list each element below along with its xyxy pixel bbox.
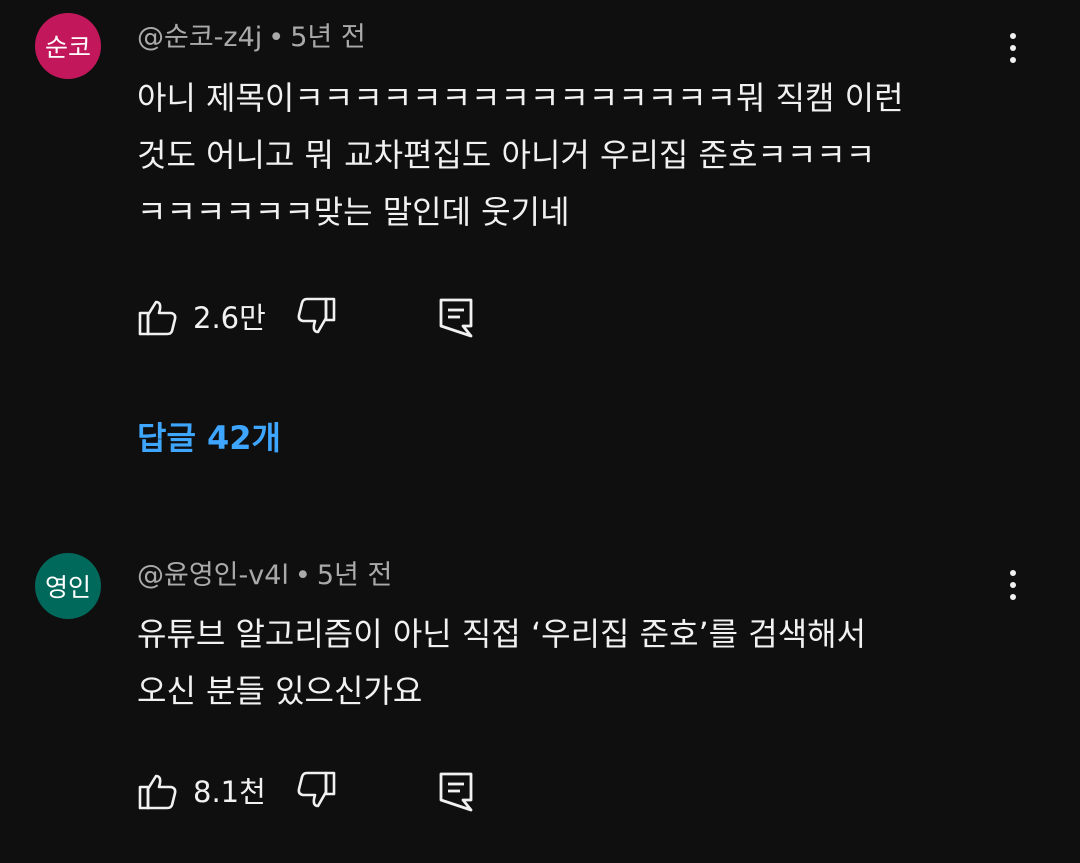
meta-separator: • — [268, 22, 285, 53]
replies-link[interactable]: 답글 42개 — [137, 416, 281, 460]
comment-line: 것도 어니고 뭐 교차편집도 아니거 우리집 준호ㅋㅋㅋㅋ — [137, 136, 876, 174]
avatar[interactable]: 영인 — [35, 553, 101, 619]
meta-separator: • — [294, 560, 311, 591]
avatar-text: 순코 — [44, 33, 91, 62]
comment-meta: @윤영인-v4l • 5년 전 — [137, 558, 392, 594]
thumbs-up-icon[interactable] — [137, 296, 179, 342]
reply-comment-icon[interactable] — [437, 770, 477, 818]
thumbs-down-icon[interactable] — [295, 296, 337, 342]
comment-line: ㅋㅋㅋㅋㅋㅋ맞는 말인데 웃기네 — [137, 193, 570, 231]
author-handle[interactable]: @윤영인-v4l — [137, 560, 289, 591]
comment-text: 유튜브 알고리즘이 아닌 직접 ‘우리집 준호’를 검색해서 오신 분들 있으신… — [137, 606, 1017, 720]
like-count: 8.1천 — [193, 775, 266, 809]
thumbs-up-icon[interactable] — [137, 770, 179, 816]
avatar[interactable]: 순코 — [35, 13, 101, 79]
comment-actions: 2.6만 — [137, 296, 537, 340]
author-handle[interactable]: @순코-z4j — [137, 22, 262, 53]
comment-line: 오신 분들 있으신가요 — [137, 672, 423, 710]
comment-meta: @순코-z4j • 5년 전 — [137, 20, 366, 56]
more-options-button[interactable] — [998, 26, 1028, 70]
comment-time: 5년 전 — [316, 560, 393, 591]
like-count: 2.6만 — [193, 301, 266, 335]
thumbs-down-icon[interactable] — [295, 770, 337, 816]
comment-line: 유튜브 알고리즘이 아닌 직접 ‘우리집 준호’를 검색해서 — [137, 615, 867, 653]
comment-line: 아니 제목이ㅋㅋㅋㅋㅋㅋㅋㅋㅋㅋㅋㅋㅋㅋㅋ뭐 직캠 이런 — [137, 79, 904, 117]
comment-text: 아니 제목이ㅋㅋㅋㅋㅋㅋㅋㅋㅋㅋㅋㅋㅋㅋㅋ뭐 직캠 이런 것도 어니고 뭐 교차… — [137, 70, 1017, 241]
reply-comment-icon[interactable] — [437, 296, 477, 344]
more-options-button[interactable] — [998, 563, 1028, 607]
more-vertical-icon — [1010, 33, 1016, 63]
comment-time: 5년 전 — [290, 22, 366, 53]
more-vertical-icon — [1010, 570, 1016, 600]
comment-actions: 8.1천 — [137, 770, 537, 814]
avatar-text: 영인 — [44, 573, 91, 602]
